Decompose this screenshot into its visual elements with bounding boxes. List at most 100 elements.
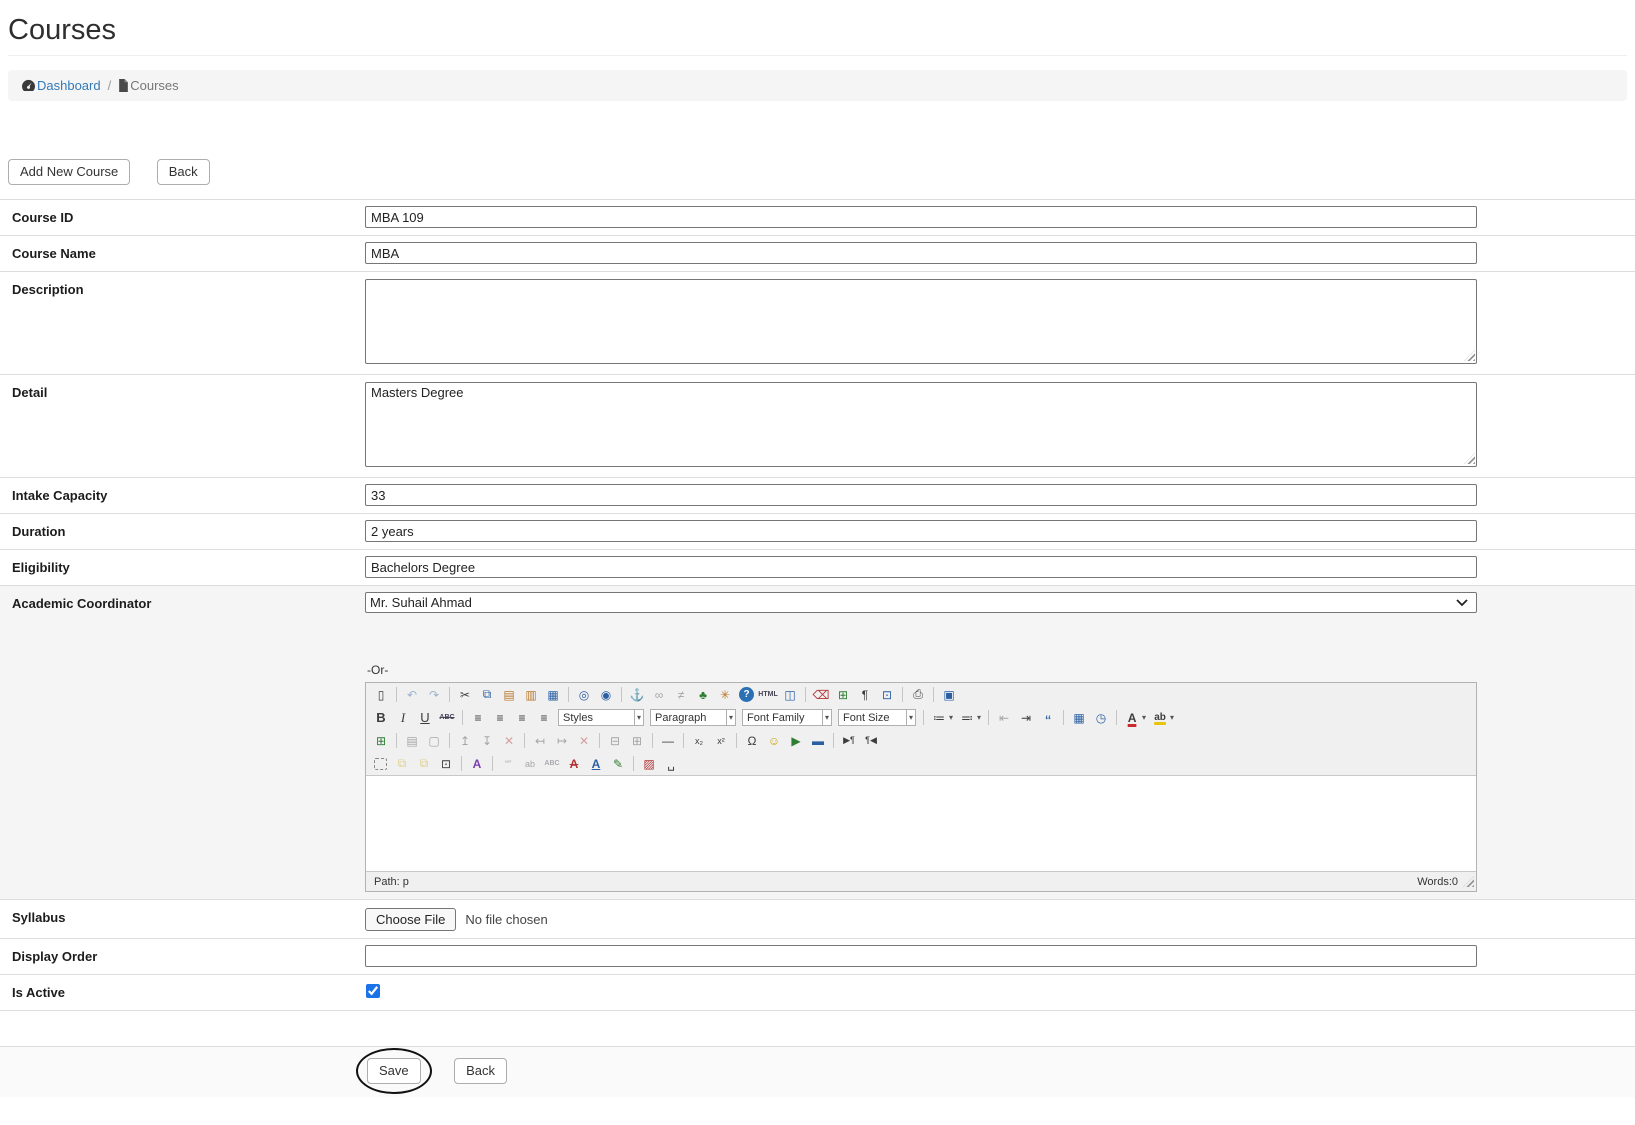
duration-input[interactable] (365, 520, 1477, 542)
font-size-select[interactable]: Font Size▾ (838, 709, 916, 726)
paragraph-select-caret-icon[interactable]: ▾ (726, 710, 735, 725)
styles-select[interactable]: Styles▾ (558, 709, 644, 726)
undo-icon[interactable]: ↶ (402, 686, 422, 704)
insert-link-icon[interactable]: ∞ (649, 686, 669, 704)
display-order-input[interactable] (365, 945, 1477, 967)
abbreviation-icon[interactable]: ab (520, 755, 540, 773)
insert-row-below-icon[interactable]: ↧ (477, 732, 497, 750)
merge-cells-icon[interactable]: ⊞ (627, 732, 647, 750)
styles-select-caret-icon[interactable]: ▾ (634, 710, 643, 725)
highlight-color-icon[interactable]: ab (1150, 709, 1170, 727)
align-center-icon[interactable]: ≡ (490, 709, 510, 727)
absolute-position-icon[interactable]: ⊡ (436, 755, 456, 773)
align-left-icon[interactable]: ≡ (468, 709, 488, 727)
insert-date-icon[interactable]: ▦ (1069, 709, 1089, 727)
detail-textarea[interactable]: Masters Degree (365, 382, 1477, 467)
redo-icon[interactable]: ↷ (424, 686, 444, 704)
indent-icon[interactable]: ⇥ (1016, 709, 1036, 727)
font-family-select[interactable]: Font Family▾ (742, 709, 832, 726)
emoticons-icon[interactable]: ☺ (764, 732, 784, 750)
font-color-caret-icon[interactable]: ▾ (1142, 713, 1146, 722)
add-new-course-button[interactable]: Add New Course (8, 159, 130, 185)
visual-aid-icon[interactable]: ¶ (855, 686, 875, 704)
help-icon[interactable]: ? (739, 687, 754, 702)
insert-column-right-icon[interactable]: ↦ (552, 732, 572, 750)
description-textarea[interactable] (365, 279, 1477, 364)
paste-icon[interactable]: ▤ (499, 686, 519, 704)
paste-from-word-icon[interactable]: ▦ (543, 686, 563, 704)
font-color-icon[interactable]: A (1122, 709, 1142, 727)
preview-icon[interactable]: ⊡ (877, 686, 897, 704)
delete-column-icon[interactable]: ✕ (574, 732, 594, 750)
highlight-color-caret-icon[interactable]: ▾ (1170, 713, 1174, 722)
move-backward-icon[interactable]: ⧉ (414, 755, 434, 773)
breadcrumb-dashboard-link[interactable]: Dashboard (21, 78, 101, 93)
cleanup-code-icon[interactable]: ✳ (715, 686, 735, 704)
back-button-top[interactable]: Back (157, 159, 210, 185)
is-active-checkbox[interactable] (366, 984, 380, 998)
insert-column-left-icon[interactable]: ↤ (530, 732, 550, 750)
intake-capacity-input[interactable] (365, 484, 1477, 506)
save-button[interactable]: Save (367, 1058, 421, 1084)
anchor-icon[interactable]: ⚓ (627, 686, 647, 704)
course-name-input[interactable] (365, 242, 1477, 264)
bullet-list-caret-icon[interactable]: ▾ (949, 713, 953, 722)
blockquote-icon[interactable]: “ (1038, 709, 1058, 727)
insert-row-above-icon[interactable]: ↥ (455, 732, 475, 750)
embed-media-icon[interactable]: ▬ (808, 732, 828, 750)
right-to-left-icon[interactable]: ¶◀ (861, 732, 881, 750)
acronym-icon[interactable]: ABC (542, 755, 562, 773)
nonbreaking-space-icon[interactable]: ␣ (661, 755, 681, 773)
find-replace-icon[interactable]: ◉ (596, 686, 616, 704)
insert-image-icon[interactable]: ♣ (693, 686, 713, 704)
special-character-icon[interactable]: Ω (742, 732, 762, 750)
deletion-icon[interactable]: A (564, 755, 584, 773)
superscript-icon[interactable]: x² (711, 732, 731, 750)
delete-row-icon[interactable]: ✕ (499, 732, 519, 750)
print-icon[interactable]: ⎙ (908, 686, 928, 704)
font-family-select-caret-icon[interactable]: ▾ (822, 710, 831, 725)
move-forward-icon[interactable]: ⧉ (392, 755, 412, 773)
insert-media-icon[interactable]: ▶ (786, 732, 806, 750)
insertion-icon[interactable]: A (586, 755, 606, 773)
font-size-select-caret-icon[interactable]: ▾ (906, 710, 915, 725)
paragraph-select[interactable]: Paragraph▾ (650, 709, 736, 726)
bullet-list-icon[interactable]: ≔ (929, 709, 949, 727)
paste-as-text-icon[interactable]: ▥ (521, 686, 541, 704)
numbered-list-icon[interactable]: ≕ (957, 709, 977, 727)
choose-file-button[interactable]: Choose File (365, 908, 456, 931)
align-right-icon[interactable]: ≡ (512, 709, 532, 727)
fullscreen-icon[interactable]: ▣ (939, 686, 959, 704)
subscript-icon[interactable]: x₂ (689, 732, 709, 750)
find-icon[interactable]: ◎ (574, 686, 594, 704)
outdent-icon[interactable]: ⇤ (994, 709, 1014, 727)
html-source-icon[interactable]: HTML (758, 686, 778, 704)
left-to-right-icon[interactable]: ▶¶ (839, 732, 859, 750)
strikethrough-icon[interactable]: ABC (437, 709, 457, 727)
editor-content-area[interactable] (366, 775, 1476, 872)
copy-icon[interactable]: ⧉ (477, 686, 497, 704)
eligibility-input[interactable] (365, 556, 1477, 578)
unlink-icon[interactable]: ≠ (671, 686, 691, 704)
academic-coordinator-select[interactable]: Mr. Suhail Ahmad (365, 592, 1477, 613)
align-justify-icon[interactable]: ≡ (534, 709, 554, 727)
remove-formatting-icon[interactable]: ⌫ (811, 686, 831, 704)
italic-icon[interactable]: I (393, 709, 413, 727)
table-cell-properties-icon[interactable]: ▢ (424, 732, 444, 750)
element-attributes-icon[interactable]: ✎ (608, 755, 628, 773)
edit-css-style-icon[interactable]: A (467, 755, 487, 773)
back-button-bottom[interactable]: Back (454, 1058, 507, 1084)
horizontal-rule-icon[interactable]: — (658, 732, 678, 750)
insert-template-icon[interactable]: ◫ (780, 686, 800, 704)
cut-icon[interactable]: ✂ (455, 686, 475, 704)
editor-resize-handle[interactable] (1463, 876, 1474, 887)
insert-table-icon[interactable]: ⊞ (833, 686, 853, 704)
numbered-list-caret-icon[interactable]: ▾ (977, 713, 981, 722)
new-document-icon[interactable]: ▯ (371, 686, 391, 704)
citation-icon[interactable]: “” (498, 755, 518, 773)
table-row-properties-icon[interactable]: ▤ (402, 732, 422, 750)
split-cells-icon[interactable]: ⊟ (605, 732, 625, 750)
bold-icon[interactable]: B (371, 709, 391, 727)
insert-layer-icon[interactable]: ▢ (374, 758, 387, 770)
table-edit-icon[interactable]: ⊞ (371, 732, 391, 750)
